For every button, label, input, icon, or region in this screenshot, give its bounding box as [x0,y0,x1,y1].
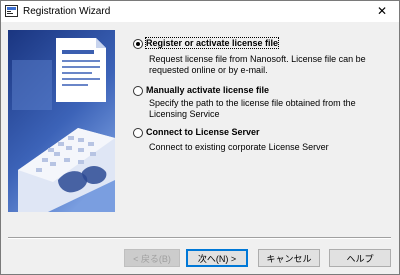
footer-divider [8,237,391,239]
radio-license-server[interactable] [133,128,143,138]
cancel-button[interactable]: キャンセル [258,249,320,267]
option-license-server-description: Connect to existing corporate License Se… [149,142,329,152]
option-manual-activate-description: Specify the path to the license file obt… [149,98,356,119]
wizard-side-illustration [8,30,115,212]
document-icon [56,38,106,102]
radio-register-activate[interactable] [133,39,143,49]
close-icon[interactable]: ✕ [365,1,399,22]
next-button[interactable]: 次へ(N) > [186,249,248,267]
option-manual-activate-label[interactable]: Manually activate license file [146,85,269,95]
window-title: Registration Wizard [23,6,111,17]
option-register-activate-description: Request license file from Nanosoft. Lice… [149,54,366,75]
option-register-activate-label[interactable]: Register or activate license file [144,37,280,49]
radio-manual-activate[interactable] [133,86,143,96]
option-license-server-label[interactable]: Connect to License Server [146,127,260,137]
registration-wizard-window: Registration Wizard ✕ Register or activa… [0,0,400,275]
title-bar[interactable]: Registration Wizard ✕ [1,1,399,22]
registration-app-icon [5,5,18,17]
help-button[interactable]: ヘルプ [329,249,391,267]
back-button[interactable]: < 戻る(B) [124,249,180,267]
